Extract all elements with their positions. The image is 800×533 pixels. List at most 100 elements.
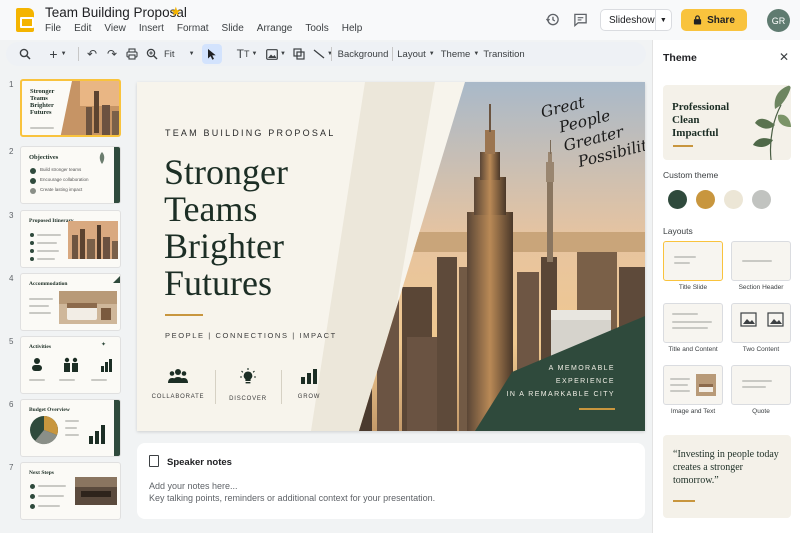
- quote-text: “Investing in people today creates a str…: [673, 449, 779, 486]
- comments-icon[interactable]: [572, 11, 588, 27]
- color-swatch-gray[interactable]: [752, 190, 771, 209]
- zoom-icon[interactable]: [144, 42, 160, 66]
- thumbnail-text-line: [65, 434, 79, 436]
- menu-view[interactable]: View: [104, 23, 126, 34]
- thumbnail-title: Budget Overview: [29, 407, 70, 413]
- new-slide-button[interactable]: + ▼: [44, 42, 72, 66]
- thumbnail-bullet: [30, 178, 36, 184]
- slide-thumbnail-4[interactable]: Accommodation: [20, 273, 121, 331]
- color-swatch-gold[interactable]: [696, 190, 715, 209]
- slide-number: 4: [9, 274, 14, 283]
- transition-button[interactable]: Transition: [483, 42, 524, 66]
- search-icon[interactable]: [16, 42, 34, 66]
- shape-tool[interactable]: [290, 42, 308, 66]
- menu-slide[interactable]: Slide: [222, 23, 244, 34]
- memo-text: A MEMORABLE EXPERIENCE IN A REMARKABLE C…: [487, 362, 615, 401]
- undo-icon[interactable]: ↶: [84, 42, 100, 66]
- quote-preview-card[interactable]: “Investing in people today creates a str…: [663, 435, 791, 518]
- slide-number: 5: [9, 337, 14, 346]
- slideshow-dropdown-icon[interactable]: ▼: [654, 10, 671, 30]
- thumbnail-title: Next Steps: [29, 470, 54, 476]
- feature-label: DISCOVER: [229, 396, 267, 402]
- layout-title-and-content[interactable]: [663, 303, 723, 343]
- thumbnail-text-line: [38, 485, 66, 487]
- layout-label: Title Slide: [678, 284, 708, 291]
- redo-icon[interactable]: ↷: [104, 42, 120, 66]
- layout-section-header[interactable]: [731, 241, 791, 281]
- zoom-value: Fit: [164, 48, 175, 60]
- color-swatch-cream[interactable]: [724, 190, 743, 209]
- menu-insert[interactable]: Insert: [139, 23, 164, 34]
- background-button[interactable]: Background: [338, 42, 389, 66]
- slide-thumbnail-5[interactable]: Activities ✦: [20, 336, 121, 394]
- thumbnail-bullet: [30, 168, 36, 174]
- leaf-plant-image: [753, 85, 791, 160]
- feature-collaborate: COLLABORATE: [145, 368, 211, 400]
- layouts-label: Layouts: [663, 226, 693, 236]
- thumbnail-title: Proposed Itinerary: [29, 218, 74, 224]
- thumbnail-text-line: [29, 312, 51, 314]
- thumbnail-bullet: [30, 257, 34, 261]
- menu-edit[interactable]: Edit: [74, 23, 91, 34]
- thumbnail-bullet: [30, 494, 35, 499]
- memo-line: IN A REMARKABLE CITY: [506, 391, 615, 398]
- pie-chart-icon: [30, 416, 58, 445]
- layout-image-and-text[interactable]: [663, 365, 723, 405]
- thumbnail-text-line: [30, 127, 54, 129]
- theme-preview-card[interactable]: Professional Clean Impactful: [663, 85, 791, 160]
- layout-title-slide[interactable]: [663, 241, 723, 281]
- slide-thumbnail-7[interactable]: Next Steps: [20, 462, 121, 520]
- slide-canvas[interactable]: TEAM BUILDING PROPOSAL Stronger Teams Br…: [137, 82, 645, 431]
- corner-accent: [113, 276, 120, 283]
- thumbnail-text-line: [37, 234, 61, 236]
- insert-image-tool[interactable]: ▼: [264, 42, 288, 66]
- slide-kicker: TEAM BUILDING PROPOSAL: [165, 128, 336, 138]
- slideshow-button[interactable]: Slideshow ▼: [600, 9, 672, 31]
- history-icon[interactable]: [544, 11, 560, 27]
- slide-thumbnail-6[interactable]: Budget Overview: [20, 399, 121, 457]
- speaker-notes-title: Speaker notes: [167, 457, 232, 468]
- theme-dropdown-label: Theme: [440, 48, 471, 60]
- avatar[interactable]: GR: [767, 9, 790, 32]
- feature-grow: GROW: [276, 368, 342, 400]
- city-photo: [68, 221, 118, 259]
- color-swatch-green[interactable]: [668, 190, 687, 209]
- slides-logo-icon[interactable]: [16, 8, 34, 32]
- document-title[interactable]: Team Building Proposal: [45, 5, 187, 20]
- menu-help[interactable]: Help: [342, 23, 363, 34]
- close-icon[interactable]: ✕: [779, 50, 789, 64]
- slide-thumbnail-3[interactable]: Proposed Itinerary: [20, 210, 121, 268]
- text-box-tool[interactable]: T T ▼: [234, 42, 260, 66]
- slide-thumbnail-1[interactable]: Stronger Teams Brighter Futures: [20, 79, 121, 137]
- slide-tagline: PEOPLE | CONNECTIONS | IMPACT: [165, 331, 337, 340]
- feature-discover: DISCOVER: [215, 368, 281, 402]
- thumbnail-title: Activities: [29, 344, 51, 350]
- gold-divider: [673, 500, 695, 502]
- thumbnail-bullet: [30, 484, 35, 489]
- toolbar-divider: [78, 47, 79, 61]
- headline-line: Teams: [164, 189, 258, 229]
- layout-two-content[interactable]: [731, 303, 791, 343]
- memo-line: A MEMORABLE: [548, 365, 615, 372]
- layout-dropdown[interactable]: Layout ▼: [396, 42, 436, 66]
- meeting-room-photo: [75, 477, 117, 505]
- notes-placeholder: Add your notes here...: [149, 481, 238, 491]
- menu-arrange[interactable]: Arrange: [257, 23, 293, 34]
- star-icon[interactable]: ★: [170, 4, 182, 20]
- feature-label: COLLABORATE: [151, 394, 205, 400]
- theme-panel: Theme ✕ Professional Clean Impactful Cus…: [652, 40, 800, 533]
- speaker-notes-input[interactable]: Add your notes here... Key talking point…: [149, 480, 435, 504]
- menu-format[interactable]: Format: [177, 23, 209, 34]
- menu-tools[interactable]: Tools: [305, 23, 328, 34]
- slide-thumbnail-2[interactable]: Objectives Build stronger teams Encourag…: [20, 146, 121, 204]
- menu-file[interactable]: File: [45, 23, 61, 34]
- share-button[interactable]: Share: [681, 9, 747, 31]
- zoom-select[interactable]: Fit ▼: [164, 42, 198, 66]
- speaker-notes-panel[interactable]: Speaker notes Add your notes here... Key…: [137, 443, 645, 519]
- select-tool[interactable]: [202, 44, 222, 64]
- layout-quote[interactable]: [731, 365, 791, 405]
- print-icon[interactable]: [124, 42, 140, 66]
- slide-number: 3: [9, 211, 14, 220]
- theme-dropdown[interactable]: Theme ▼: [440, 42, 480, 66]
- layout-label: Quote: [752, 408, 770, 415]
